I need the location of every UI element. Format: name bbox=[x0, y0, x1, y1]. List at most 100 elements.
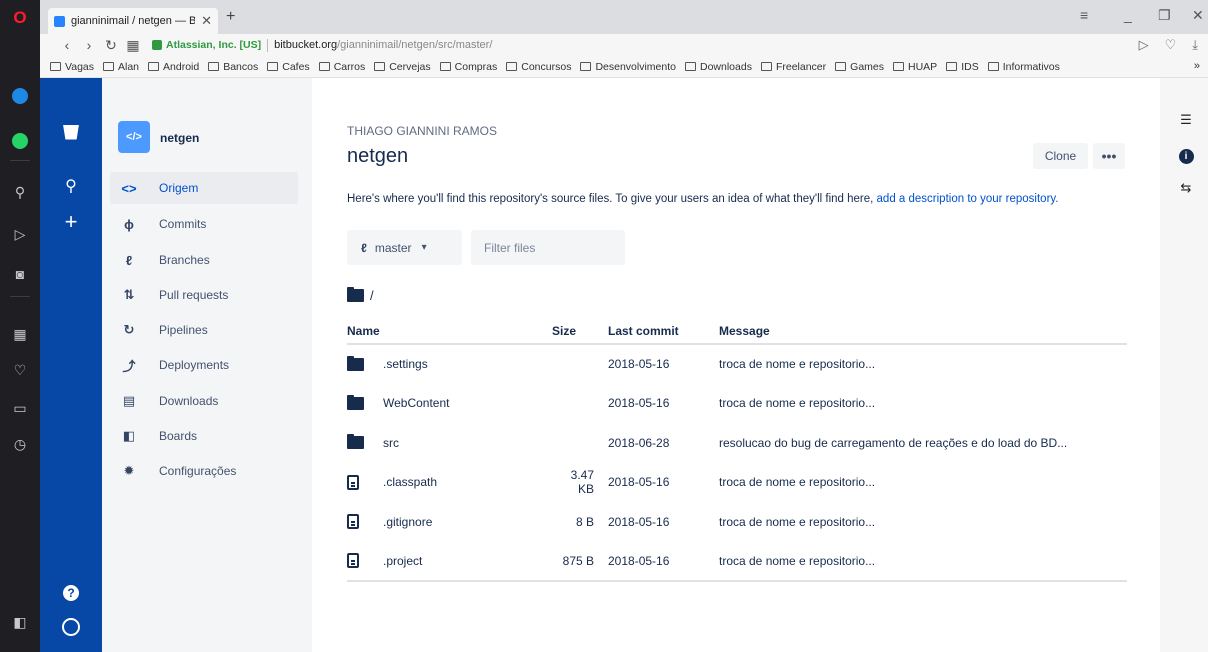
speed-dial-icon[interactable]: ▦ bbox=[8, 322, 32, 346]
search-icon[interactable]: ⚲ bbox=[59, 174, 83, 198]
certificate-label[interactable]: Atlassian, Inc. [US] bbox=[166, 39, 261, 51]
tab-menu-icon[interactable]: ≡ bbox=[1080, 7, 1088, 23]
table-row[interactable]: src 2018-06-28 resolucao do bug de carrega… bbox=[347, 423, 1127, 463]
file-name[interactable]: src bbox=[383, 436, 399, 450]
commit-message[interactable]: troca de nome e repositorio... bbox=[719, 384, 1127, 424]
commit-message[interactable]: troca de nome e repositorio... bbox=[719, 502, 1127, 542]
sidebar-item-commits[interactable]: ϕ Commits bbox=[110, 208, 298, 240]
file-tree-toggle-icon[interactable]: ☰ bbox=[1178, 112, 1194, 128]
restore-icon[interactable]: ❐ bbox=[1158, 7, 1171, 24]
camera-icon[interactable]: ◙ bbox=[8, 262, 32, 286]
heart-icon[interactable]: ♡ bbox=[8, 358, 32, 382]
create-icon[interactable]: + bbox=[59, 209, 83, 234]
file-name[interactable]: .project bbox=[383, 554, 422, 568]
repo-owner[interactable]: THIAGO GIANNINI RAMOS bbox=[347, 124, 497, 138]
file-name[interactable]: .classpath bbox=[383, 475, 437, 489]
bookmark-item[interactable]: IDS bbox=[946, 61, 979, 73]
bookmark-item[interactable]: Compras bbox=[439, 61, 497, 73]
bookmark-item[interactable]: Informativos bbox=[987, 61, 1060, 73]
info-icon[interactable]: i bbox=[1178, 148, 1194, 164]
close-tab-icon[interactable]: ✕ bbox=[201, 13, 212, 29]
bookmark-heart-icon[interactable]: ♡ bbox=[1165, 37, 1177, 53]
bookmark-label: Downloads bbox=[700, 60, 752, 73]
help-icon[interactable]: ? bbox=[59, 581, 83, 605]
sidebar-item-pull-requests[interactable]: ⇅ Pull requests bbox=[110, 279, 298, 311]
send-icon[interactable]: ▷ bbox=[8, 222, 32, 246]
sidebar-toggle-icon[interactable]: ◧ bbox=[8, 610, 32, 634]
bookmarks-more-button[interactable]: » bbox=[1194, 60, 1200, 72]
bookmark-item[interactable]: Cafes bbox=[267, 61, 310, 73]
compare-icon[interactable]: ⇆ bbox=[1178, 180, 1194, 196]
bookmark-item[interactable]: Downloads bbox=[685, 61, 752, 73]
folder-icon bbox=[374, 62, 386, 71]
close-window-icon[interactable]: ✕ bbox=[1192, 7, 1204, 24]
sidebar-item-pipelines[interactable]: ↻ Pipelines bbox=[110, 314, 298, 346]
search-icon[interactable]: ⚲ bbox=[8, 180, 32, 204]
lock-icon[interactable] bbox=[152, 40, 162, 50]
file-name-cell[interactable]: .project bbox=[347, 541, 552, 582]
repo-name[interactable]: netgen bbox=[160, 131, 199, 145]
browser-tab[interactable]: gianninimail / netgen — B ✕ bbox=[48, 8, 218, 34]
table-row[interactable]: .settings 2018-05-16 troca de nome e repos… bbox=[347, 344, 1127, 384]
table-row[interactable]: .project 875 B 2018-05-16 troca de nome e r… bbox=[347, 541, 1127, 582]
forward-icon[interactable]: › bbox=[78, 37, 100, 53]
bookmark-item[interactable]: Alan bbox=[103, 61, 139, 73]
branch-selector[interactable]: ℓ master ▾ bbox=[347, 230, 462, 265]
bookmark-item[interactable]: Cervejas bbox=[374, 61, 431, 73]
folder-icon bbox=[347, 434, 364, 450]
commit-message[interactable]: resolucao do bug de carregamento de reaç… bbox=[719, 423, 1127, 463]
repo-avatar[interactable]: </> bbox=[118, 121, 150, 153]
bookmark-item[interactable]: Desenvolvimento bbox=[580, 61, 676, 73]
file-name-cell[interactable]: .gitignore bbox=[347, 502, 552, 542]
sidebar-item-origem[interactable]: <> Origem bbox=[110, 172, 298, 204]
url-field[interactable]: bitbucket.org/gianninimail/netgen/src/ma… bbox=[274, 39, 492, 51]
file-name-cell[interactable]: .settings bbox=[347, 344, 552, 384]
file-name-cell[interactable]: WebContent bbox=[347, 384, 552, 424]
opera-logo-icon[interactable]: O bbox=[8, 6, 32, 30]
commit-message[interactable]: troca de nome e repositorio... bbox=[719, 344, 1127, 384]
minimize-icon[interactable]: _ bbox=[1124, 7, 1132, 23]
sidebar-item-configura-es[interactable]: ✹ Configurações bbox=[110, 455, 298, 487]
profile-avatar-icon[interactable] bbox=[59, 615, 83, 639]
file-name-cell[interactable]: src bbox=[347, 423, 552, 463]
bookmark-item[interactable]: Concursos bbox=[506, 61, 571, 73]
file-name-cell[interactable]: .classpath bbox=[347, 463, 552, 503]
bookmark-item[interactable]: Freelancer bbox=[760, 61, 826, 73]
bookmark-item[interactable]: Games bbox=[835, 61, 884, 73]
more-actions-button[interactable]: ••• bbox=[1093, 143, 1125, 169]
bookmark-label: HUAP bbox=[908, 60, 938, 73]
table-row[interactable]: .classpath 3.47 KB 2018-05-16 troca de nome… bbox=[347, 463, 1127, 503]
table-row[interactable]: .gitignore 8 B 2018-05-16 troca de nome e r… bbox=[347, 502, 1127, 542]
bookmark-item[interactable]: HUAP bbox=[893, 61, 937, 73]
breadcrumb-path[interactable]: / bbox=[370, 288, 374, 303]
commit-message[interactable]: troca de nome e repositorio... bbox=[719, 541, 1127, 582]
speed-dial-icon[interactable]: ▦ bbox=[122, 37, 144, 54]
back-icon[interactable]: ‹ bbox=[56, 37, 78, 53]
file-name[interactable]: .settings bbox=[383, 357, 428, 371]
history-panel-icon[interactable]: ▭ bbox=[8, 396, 32, 420]
new-tab-icon[interactable]: + bbox=[226, 8, 235, 26]
whatsapp-icon[interactable] bbox=[8, 129, 32, 153]
file-name[interactable]: .gitignore bbox=[383, 515, 432, 529]
add-description-link[interactable]: add a description to your repository. bbox=[877, 193, 1059, 205]
bookmark-item[interactable]: Android bbox=[148, 61, 199, 73]
clock-icon[interactable]: ◷ bbox=[8, 432, 32, 456]
sidebar-item-deployments[interactable]: ⤴ Deployments bbox=[110, 349, 298, 381]
bookmark-item[interactable]: Vagas bbox=[50, 61, 94, 73]
bitbucket-logo-icon[interactable] bbox=[59, 120, 83, 144]
filter-files-input[interactable]: Filter files bbox=[471, 230, 625, 265]
download-icon[interactable]: ⤓ bbox=[1192, 37, 1198, 53]
bookmark-item[interactable]: Carros bbox=[318, 61, 365, 73]
messenger-icon[interactable] bbox=[8, 84, 32, 108]
bookmark-item[interactable]: Bancos bbox=[208, 61, 258, 73]
bookmarks-bar: Vagas Alan Android Bancos Cafes Carros Cerveja… bbox=[40, 56, 1208, 78]
reload-icon[interactable]: ↻ bbox=[100, 37, 122, 54]
sidebar-item-branches[interactable]: ℓ Branches bbox=[110, 244, 298, 276]
sidebar-item-boards[interactable]: ◧ Boards bbox=[110, 420, 298, 452]
file-name[interactable]: WebContent bbox=[383, 396, 450, 410]
send-page-icon[interactable]: ▷ bbox=[1139, 37, 1149, 53]
table-row[interactable]: WebContent 2018-05-16 troca de nome e repo… bbox=[347, 384, 1127, 424]
clone-button[interactable]: Clone bbox=[1033, 143, 1088, 169]
sidebar-item-downloads[interactable]: ▤ Downloads bbox=[110, 385, 298, 417]
commit-message[interactable]: troca de nome e repositorio... bbox=[719, 463, 1127, 503]
